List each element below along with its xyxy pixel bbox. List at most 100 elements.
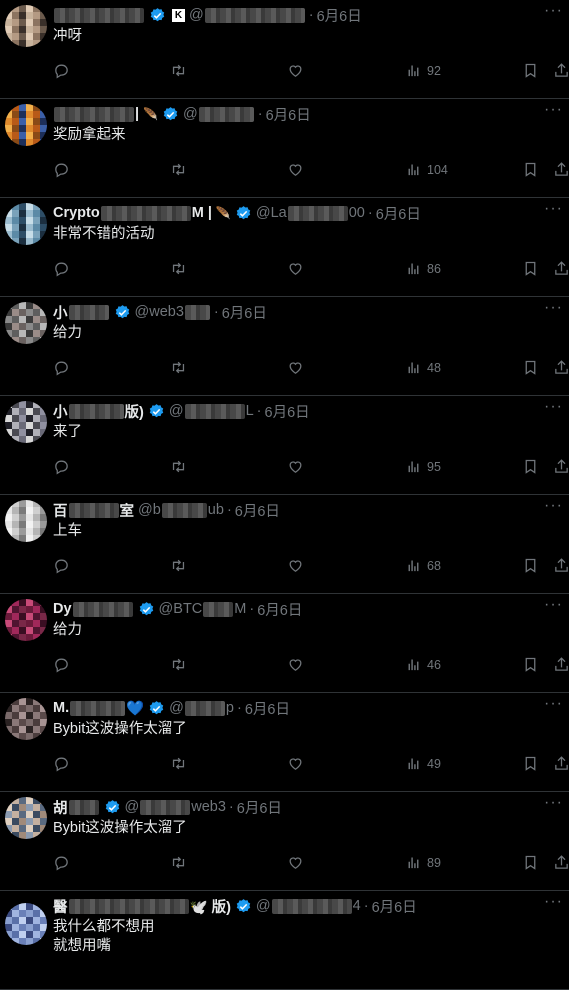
retweet-button[interactable] — [170, 359, 187, 376]
avatar[interactable] — [5, 698, 47, 740]
bookmark-button[interactable] — [522, 557, 539, 574]
handle[interactable]: @ — [256, 898, 271, 914]
bookmark-button[interactable] — [522, 161, 539, 178]
reply-button[interactable] — [53, 260, 70, 277]
handle[interactable]: @web3 — [135, 304, 184, 320]
tweet-date[interactable]: 6月6日 — [376, 203, 421, 224]
more-options-icon[interactable]: ··· — [544, 299, 563, 317]
tweet-date[interactable]: 6月6日 — [372, 896, 417, 917]
views-button[interactable]: 86 — [405, 260, 441, 277]
reply-button[interactable] — [53, 755, 70, 772]
tweet[interactable]: M. 💙 @ p · 6月6日 ··· Bybit这波操作太溜了 49 — [0, 693, 569, 792]
reply-button[interactable] — [53, 557, 70, 574]
tweet-date[interactable]: 6月6日 — [266, 104, 311, 125]
like-button[interactable] — [287, 854, 304, 871]
share-button[interactable] — [553, 359, 569, 376]
views-button[interactable]: 89 — [405, 854, 441, 871]
tweet[interactable]: 醫 🕊️ 版) @4 · 6月6日 ··· 我什么都不想用 就想用嘴 — [0, 891, 569, 990]
avatar[interactable] — [5, 903, 47, 945]
tweet[interactable]: Crypto M | 🪶 @La 00 · 6月6日 ··· 非常不错的活动 86 — [0, 198, 569, 297]
views-button[interactable]: 49 — [405, 755, 441, 772]
bookmark-button[interactable] — [522, 854, 539, 871]
share-button[interactable] — [553, 557, 569, 574]
handle[interactable]: @ — [169, 403, 184, 419]
tweet[interactable]: K @ · 6月6日 ··· 冲呀 92 — [0, 0, 569, 99]
avatar[interactable] — [5, 797, 47, 839]
avatar[interactable] — [5, 104, 47, 146]
retweet-button[interactable] — [170, 458, 187, 475]
more-options-icon[interactable]: ··· — [544, 2, 563, 20]
more-options-icon[interactable]: ··· — [544, 101, 563, 119]
retweet-button[interactable] — [170, 557, 187, 574]
display-name[interactable]: 小 — [53, 302, 68, 323]
handle[interactable]: @ — [183, 106, 198, 122]
display-name[interactable]: 小 — [53, 401, 68, 422]
like-button[interactable] — [287, 62, 304, 79]
like-button[interactable] — [287, 260, 304, 277]
retweet-button[interactable] — [170, 260, 187, 277]
like-button[interactable] — [287, 755, 304, 772]
display-name[interactable]: 百 — [53, 500, 68, 521]
retweet-button[interactable] — [170, 161, 187, 178]
retweet-button[interactable] — [170, 854, 187, 871]
like-button[interactable] — [287, 458, 304, 475]
handle[interactable]: @La — [256, 205, 287, 221]
retweet-button[interactable] — [170, 62, 187, 79]
avatar[interactable] — [5, 500, 47, 542]
bookmark-button[interactable] — [522, 62, 539, 79]
share-button[interactable] — [553, 260, 569, 277]
handle[interactable]: @ — [169, 700, 184, 716]
retweet-button[interactable] — [170, 656, 187, 673]
more-options-icon[interactable]: ··· — [544, 893, 563, 911]
tweet-date[interactable]: 6月6日 — [237, 797, 282, 818]
handle[interactable]: @ — [189, 7, 204, 23]
tweet-date[interactable]: 6月6日 — [317, 5, 362, 26]
like-button[interactable] — [287, 656, 304, 673]
share-button[interactable] — [553, 458, 569, 475]
views-button[interactable]: 104 — [405, 161, 448, 178]
bookmark-button[interactable] — [522, 755, 539, 772]
avatar[interactable] — [5, 401, 47, 443]
reply-button[interactable] — [53, 854, 70, 871]
reply-button[interactable] — [53, 458, 70, 475]
bookmark-button[interactable] — [522, 458, 539, 475]
share-button[interactable] — [553, 755, 569, 772]
reply-button[interactable] — [53, 62, 70, 79]
display-name[interactable]: Dy — [53, 601, 72, 617]
reply-button[interactable] — [53, 161, 70, 178]
tweet[interactable]: 胡 @ web3 · 6月6日 ··· Bybit这波操作太溜了 89 — [0, 792, 569, 891]
more-options-icon[interactable]: ··· — [544, 398, 563, 416]
views-button[interactable]: 95 — [405, 458, 441, 475]
avatar[interactable] — [5, 203, 47, 245]
like-button[interactable] — [287, 359, 304, 376]
share-button[interactable] — [553, 161, 569, 178]
share-button[interactable] — [553, 656, 569, 673]
like-button[interactable] — [287, 161, 304, 178]
avatar[interactable] — [5, 599, 47, 641]
views-button[interactable]: 68 — [405, 557, 441, 574]
tweet-date[interactable]: 6月6日 — [257, 599, 302, 620]
more-options-icon[interactable]: ··· — [544, 794, 563, 812]
tweet-date[interactable]: 6月6日 — [265, 401, 310, 422]
display-name[interactable]: Crypto — [53, 205, 100, 221]
tweet[interactable]: Dy @BTC M · 6月6日 ··· 给力 46 — [0, 594, 569, 693]
tweet[interactable]: 小 版) @ L · 6月6日 ··· 来了 95 — [0, 396, 569, 495]
like-button[interactable] — [287, 557, 304, 574]
tweet[interactable]: 百 室 @b ub · 6月6日 ··· 上车 68 — [0, 495, 569, 594]
display-name[interactable]: 胡 — [53, 797, 68, 818]
more-options-icon[interactable]: ··· — [544, 695, 563, 713]
more-options-icon[interactable]: ··· — [544, 596, 563, 614]
views-button[interactable]: 46 — [405, 656, 441, 673]
reply-button[interactable] — [53, 359, 70, 376]
reply-button[interactable] — [53, 656, 70, 673]
avatar[interactable] — [5, 5, 47, 47]
retweet-button[interactable] — [170, 755, 187, 772]
handle[interactable]: @BTC — [159, 601, 203, 617]
avatar[interactable] — [5, 302, 47, 344]
bookmark-button[interactable] — [522, 359, 539, 376]
tweet-date[interactable]: 6月6日 — [222, 302, 267, 323]
tweet-date[interactable]: 6月6日 — [245, 698, 290, 719]
views-button[interactable]: 92 — [405, 62, 441, 79]
display-name[interactable]: 醫 — [53, 896, 68, 917]
tweet[interactable]: | 🪶 @ · 6月6日 ··· 奖励拿起来 104 — [0, 99, 569, 198]
